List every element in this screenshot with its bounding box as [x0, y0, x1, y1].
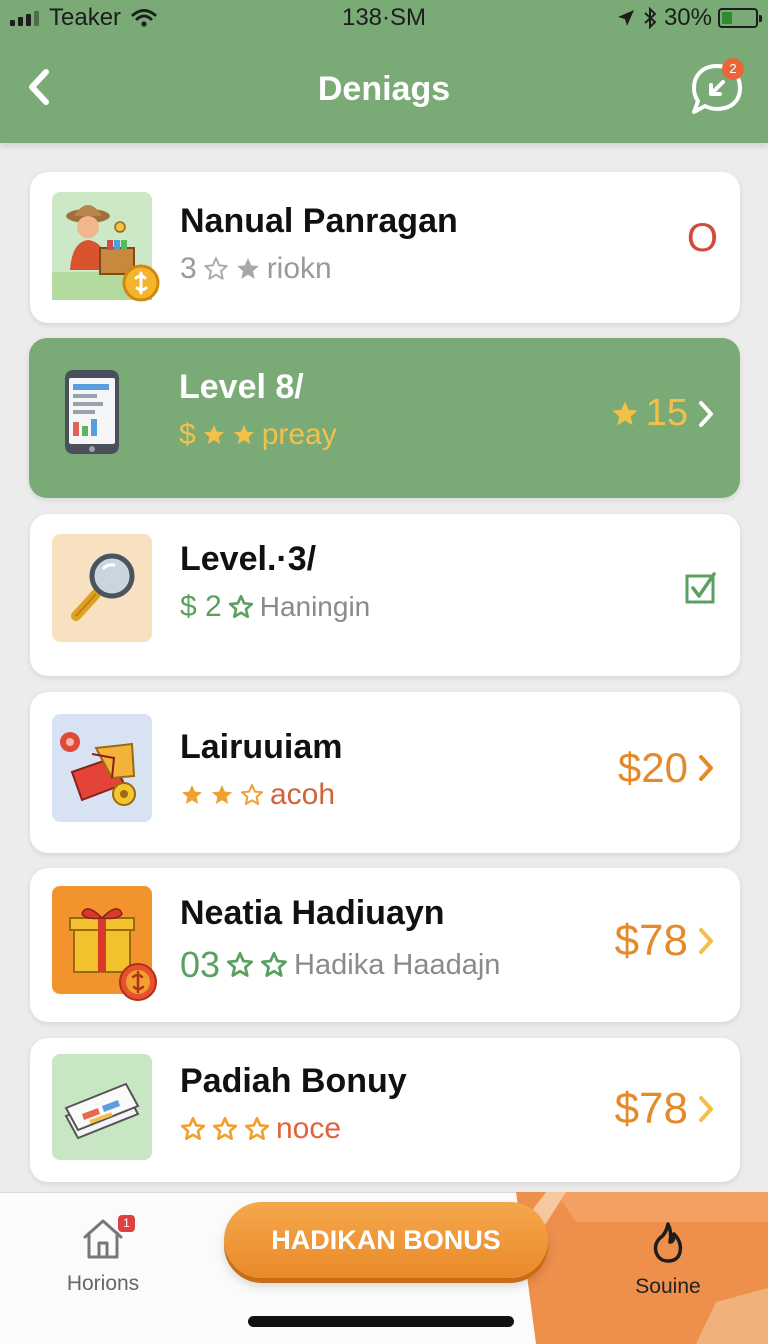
- item-title: Neatia Hadiuayn: [180, 894, 445, 932]
- checkbox-icon[interactable]: [684, 570, 718, 606]
- star-icon: [182, 785, 202, 804]
- list-item-active[interactable]: Level 8/ $ preay 15: [29, 338, 740, 498]
- list-item[interactable]: Level.·3/ $ 2 Haningin: [30, 514, 740, 676]
- item-title: Padiah Bonuy: [180, 1062, 407, 1100]
- chat-badge: 2: [722, 58, 744, 80]
- chevron-right-icon: [699, 1096, 713, 1122]
- chevron-right-icon: [699, 400, 713, 427]
- battery-icon: [718, 8, 762, 28]
- item-prefix: $ 2: [180, 590, 222, 623]
- gift-box-icon: [52, 714, 152, 822]
- present-icon: [52, 886, 157, 1001]
- item-note: Hadika Haadajn: [294, 948, 501, 981]
- tab-souine-label: Souine: [635, 1275, 701, 1298]
- phone-icon: [51, 364, 151, 472]
- bonus-button[interactable]: HADIKAN BONUS: [224, 1202, 548, 1278]
- item-prefix: 03: [180, 944, 221, 985]
- star-outline-icon: [244, 1116, 270, 1141]
- status-bar: Teaker 138·SM 30%: [0, 0, 768, 36]
- item-prefix: 3: [180, 252, 197, 285]
- star-outline-icon: [228, 594, 253, 619]
- item-title: Level 8/: [179, 368, 304, 406]
- magnifier-icon: [52, 534, 152, 642]
- star-outline-icon: [226, 951, 254, 977]
- battery-percent: 30%: [663, 4, 712, 31]
- coin-icon: [119, 963, 157, 1001]
- page-title: Deniags: [317, 70, 451, 108]
- item-note: riokn: [266, 252, 332, 285]
- star-icon: [612, 401, 638, 425]
- star-icon: [212, 785, 232, 804]
- app-header: Teaker 138·SM 30% Deniags 2: [0, 0, 768, 143]
- list-item[interactable]: Padiah Bonuy noce $78: [30, 1038, 740, 1182]
- list-item[interactable]: Nanual Panragan 3 riokn O: [30, 172, 740, 323]
- tab-home[interactable]: 1 Horions: [55, 1215, 151, 1305]
- item-value: $20: [617, 744, 688, 791]
- location-arrow-icon: [617, 10, 634, 26]
- item-title: Nanual Panragan: [180, 202, 458, 240]
- item-value: O: [686, 216, 718, 260]
- farmer-icon: [52, 192, 160, 302]
- home-indicator: [248, 1316, 514, 1327]
- coin-icon: [122, 264, 160, 302]
- chevron-right-icon: [699, 928, 713, 954]
- item-prefix: $: [179, 418, 196, 451]
- tab-souine[interactable]: Souine: [620, 1220, 716, 1310]
- star-outline-icon: [260, 951, 288, 977]
- home-badge: 1: [118, 1215, 135, 1232]
- list-item[interactable]: Lairuuiam acoh $20: [30, 692, 740, 853]
- item-title: Lairuuiam: [180, 728, 343, 766]
- item-value: 15: [645, 392, 688, 434]
- star-outline-icon: [241, 784, 263, 805]
- star-outline-icon: [203, 257, 228, 280]
- star-icon: [233, 425, 254, 444]
- flame-icon: [653, 1222, 683, 1263]
- item-note: preay: [261, 418, 337, 451]
- item-note: Haningin: [259, 591, 371, 622]
- chat-button[interactable]: 2: [686, 58, 748, 120]
- item-title: Level.·3/: [180, 540, 317, 578]
- star-outline-icon: [212, 1116, 238, 1141]
- item-note: noce: [276, 1112, 342, 1145]
- item-note: acoh: [270, 778, 336, 811]
- tab-home-label: Horions: [66, 1272, 140, 1295]
- list-item[interactable]: Neatia Hadiuayn 03 Hadika Haadajn $78: [30, 868, 740, 1022]
- star-icon: [236, 258, 259, 279]
- ticket-stack-icon: [52, 1054, 152, 1160]
- chevron-right-icon: [699, 755, 713, 781]
- item-value: $78: [614, 916, 688, 965]
- star-outline-icon: [180, 1116, 206, 1141]
- item-value: $78: [614, 1084, 688, 1133]
- bluetooth-icon: [644, 7, 657, 29]
- star-icon: [203, 425, 224, 444]
